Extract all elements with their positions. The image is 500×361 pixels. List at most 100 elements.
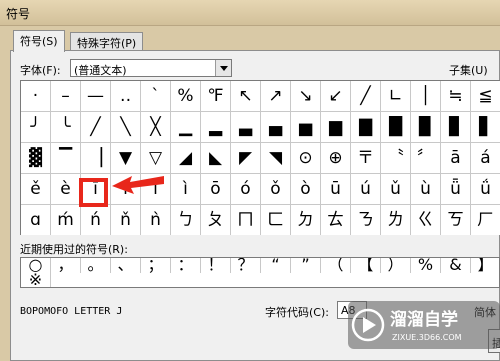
- symbol-grid[interactable]: · – — ‥ ˋ% ℉ ↖ ↗ ↘ ↙ ╱ ∟ │ ≒ ≦ ╯ ╰ ╱ ╲ ╳ ▁ ▂ ▃ ▄ ▅ ▆ ▇ █ ▉ ▊ ▋ ▓ ▔ ▕ ▼ ▽ ◢ ◣ ◤…: [20, 80, 500, 235]
- symbol-cell[interactable]: ㄋ: [351, 205, 381, 235]
- recent-symbol-cell[interactable]: ？: [231, 258, 261, 273]
- symbol-cell[interactable]: ╱: [81, 112, 111, 143]
- symbol-cell[interactable]: ▔: [51, 143, 81, 174]
- symbol-cell[interactable]: ▄: [261, 112, 291, 143]
- font-select[interactable]: (普通文本): [70, 59, 232, 77]
- symbol-cell[interactable]: ↙: [321, 81, 351, 112]
- symbol-cell[interactable]: ㄌ: [381, 205, 411, 235]
- recent-symbol-cell[interactable]: ”: [291, 258, 321, 273]
- symbol-cell[interactable]: ì: [171, 174, 201, 205]
- symbol-cell[interactable]: ǔ: [381, 174, 411, 205]
- recent-symbol-cell[interactable]: 】: [471, 258, 499, 273]
- symbol-cell[interactable]: ǘ: [471, 174, 500, 205]
- symbol-cell[interactable]: █: [381, 112, 411, 143]
- recent-symbol-cell[interactable]: ）: [381, 258, 411, 273]
- symbol-cell[interactable]: ◥: [261, 143, 291, 174]
- symbol-cell[interactable]: ↗: [261, 81, 291, 112]
- symbol-cell[interactable]: ǒ: [261, 174, 291, 205]
- recent-symbol-cell[interactable]: ，: [51, 258, 81, 273]
- symbol-cell[interactable]: ⊕: [321, 143, 351, 174]
- symbol-cell[interactable]: ā: [441, 143, 471, 174]
- symbol-cell[interactable]: ň: [111, 205, 141, 235]
- symbol-cell[interactable]: ㄅ: [171, 205, 201, 235]
- symbol-cell[interactable]: ㄉ: [291, 205, 321, 235]
- symbol-cell[interactable]: ú: [351, 174, 381, 205]
- symbol-cell[interactable]: –: [51, 81, 81, 112]
- symbol-cell[interactable]: ╲: [111, 112, 141, 143]
- symbol-cell[interactable]: ń: [81, 205, 111, 235]
- symbol-cell[interactable]: ㄎ: [441, 205, 471, 235]
- symbol-cell[interactable]: ↖: [231, 81, 261, 112]
- recent-symbol-cell[interactable]: ○: [21, 258, 51, 273]
- symbol-cell[interactable]: ↘: [291, 81, 321, 112]
- symbol-cell[interactable]: ㄈ: [261, 205, 291, 235]
- symbol-cell[interactable]: ╱: [351, 81, 381, 112]
- symbol-cell[interactable]: ≦: [471, 81, 500, 112]
- symbol-cell[interactable]: ㄊ: [321, 205, 351, 235]
- symbol-cell[interactable]: ▕: [81, 143, 111, 174]
- symbol-cell[interactable]: ▋: [471, 112, 500, 143]
- recent-symbol-cell[interactable]: &: [441, 258, 471, 273]
- symbol-cell[interactable]: ó: [231, 174, 261, 205]
- symbol-cell[interactable]: ㄆ: [201, 205, 231, 235]
- symbol-cell[interactable]: ˋ: [141, 81, 171, 112]
- symbol-cell[interactable]: ℉: [201, 81, 231, 112]
- recent-symbol-cell[interactable]: ※: [21, 272, 51, 287]
- symbol-cell[interactable]: ▃: [231, 112, 261, 143]
- symbol-cell[interactable]: ▁: [171, 112, 201, 143]
- red-arrow-annotation: [112, 176, 164, 194]
- symbol-cell[interactable]: 〝: [381, 143, 411, 174]
- symbol-cell[interactable]: ◢: [171, 143, 201, 174]
- symbol-cell[interactable]: è: [51, 174, 81, 205]
- recent-symbol-cell[interactable]: ；: [141, 258, 171, 273]
- recent-symbol-cell[interactable]: ：: [171, 258, 201, 273]
- symbol-cell[interactable]: ▉: [411, 112, 441, 143]
- symbol-cell[interactable]: ╯: [21, 112, 51, 143]
- symbol-cell[interactable]: 〞: [411, 143, 441, 174]
- symbol-cell[interactable]: ▅: [291, 112, 321, 143]
- recent-symbol-cell[interactable]: （: [321, 258, 351, 273]
- symbol-cell[interactable]: ǹ: [141, 205, 171, 235]
- symbol-cell[interactable]: ㄍ: [411, 205, 441, 235]
- symbol-cell[interactable]: ù: [411, 174, 441, 205]
- symbol-cell[interactable]: ḿ: [51, 205, 81, 235]
- symbol-cell[interactable]: ·: [21, 81, 51, 112]
- symbol-cell[interactable]: ě: [21, 174, 51, 205]
- symbol-cell[interactable]: ō: [201, 174, 231, 205]
- recent-symbol-cell[interactable]: %: [411, 258, 441, 273]
- recent-symbol-cell[interactable]: 【: [351, 258, 381, 273]
- recent-symbol-cell[interactable]: 。: [81, 258, 111, 273]
- chevron-down-icon[interactable]: [215, 60, 231, 76]
- symbol-cell[interactable]: ▆: [321, 112, 351, 143]
- tab-symbols[interactable]: 符号(S): [13, 30, 65, 52]
- symbol-cell[interactable]: ▂: [201, 112, 231, 143]
- recent-symbol-cell[interactable]: ！: [201, 258, 231, 273]
- tab-special-characters[interactable]: 特殊字符(P): [70, 32, 144, 51]
- symbol-cell[interactable]: │: [411, 81, 441, 112]
- recent-symbol-cell[interactable]: “: [261, 258, 291, 273]
- symbol-cell[interactable]: ㄏ: [471, 205, 500, 235]
- recent-symbols-label: 近期使用过的符号(R):: [20, 243, 128, 256]
- symbol-cell[interactable]: ◣: [201, 143, 231, 174]
- symbol-cell[interactable]: ‥: [111, 81, 141, 112]
- symbol-cell[interactable]: —: [81, 81, 111, 112]
- symbol-cell[interactable]: ɑ: [21, 205, 51, 235]
- symbol-cell[interactable]: ǖ: [441, 174, 471, 205]
- symbol-cell[interactable]: ū: [321, 174, 351, 205]
- symbol-cell[interactable]: ㄇ: [231, 205, 261, 235]
- symbol-cell[interactable]: ò: [291, 174, 321, 205]
- symbol-cell[interactable]: ◤: [231, 143, 261, 174]
- symbol-cell[interactable]: ╰: [51, 112, 81, 143]
- symbol-cell[interactable]: ≒: [441, 81, 471, 112]
- symbol-cell[interactable]: ▊: [441, 112, 471, 143]
- symbol-cell[interactable]: ▓: [21, 143, 51, 174]
- symbol-cell[interactable]: 〒: [351, 143, 381, 174]
- symbol-cell[interactable]: á: [471, 143, 500, 174]
- symbol-cell[interactable]: %: [171, 81, 201, 112]
- symbol-cell[interactable]: ∟: [381, 81, 411, 112]
- symbol-cell[interactable]: ▇: [351, 112, 381, 143]
- symbol-cell[interactable]: ⊙: [291, 143, 321, 174]
- recent-symbols-grid[interactable]: ○，。、；：！？ “” （【）% &】 ※: [20, 257, 500, 288]
- recent-symbol-cell[interactable]: 、: [111, 258, 141, 273]
- symbol-cell[interactable]: ╳: [141, 112, 171, 143]
